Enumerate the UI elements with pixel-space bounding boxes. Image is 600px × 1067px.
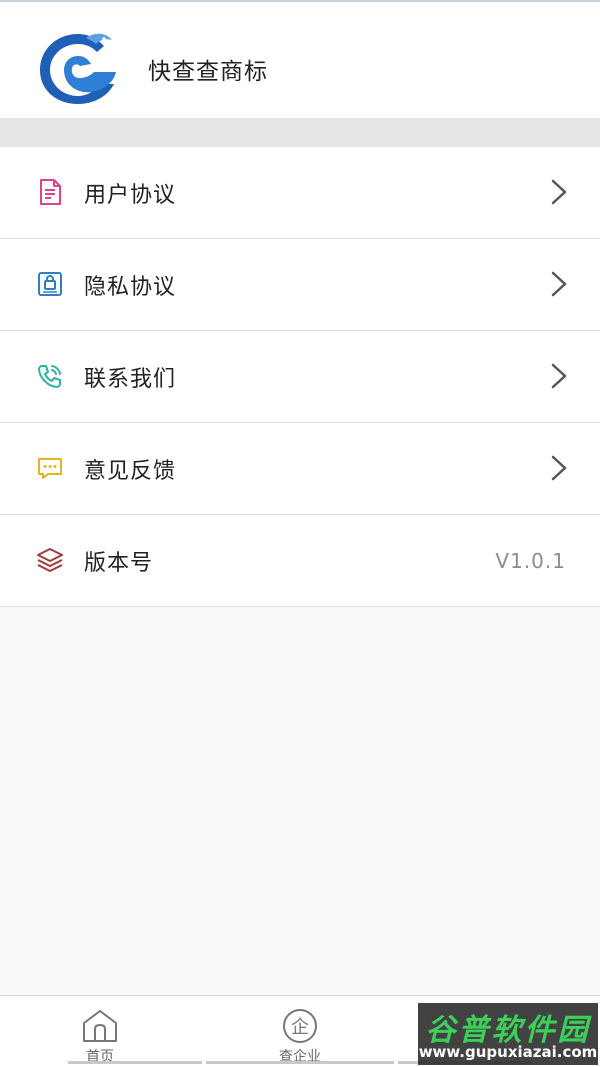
section-gap: [0, 118, 600, 147]
version-value: V1.0.1: [495, 549, 566, 573]
chevron-right-icon: [551, 363, 567, 389]
menu-item-user-agreement[interactable]: 用户协议: [0, 147, 600, 239]
layers-icon: [37, 548, 63, 572]
tab-home[interactable]: 首页: [0, 996, 200, 1067]
chevron-right-icon: [551, 455, 567, 481]
svg-text:企: 企: [291, 1017, 309, 1038]
chevron-right-icon: [551, 179, 567, 205]
watermark-url: www.gupuxiazai.com: [418, 1043, 598, 1061]
phone-icon: [38, 365, 61, 388]
settings-screen: 快查查商标 用户协议 隐私协议 联系我们 意见反馈 版本号 V1.0.1 首页 …: [0, 0, 600, 1067]
menu-item-label: 意见反馈: [84, 459, 177, 484]
chevron-right-icon: [551, 271, 567, 297]
enterprise-icon: 企: [283, 1009, 317, 1043]
settings-menu: 用户协议 隐私协议 联系我们 意见反馈 版本号 V1.0.1: [0, 147, 600, 607]
chat-icon: [38, 458, 62, 479]
menu-item-label: 用户协议: [84, 183, 177, 208]
menu-item-label: 隐私协议: [84, 275, 177, 300]
tab-enterprise[interactable]: 企 查企业: [200, 996, 400, 1067]
lock-card-icon: [38, 272, 62, 296]
menu-item-feedback[interactable]: 意见反馈: [0, 423, 600, 515]
menu-item-contact-us[interactable]: 联系我们: [0, 331, 600, 423]
menu-item-label: 联系我们: [84, 367, 177, 392]
document-icon: [40, 179, 61, 205]
app-logo-icon: [40, 33, 116, 104]
menu-item-privacy-agreement[interactable]: 隐私协议: [0, 239, 600, 331]
app-title: 快查查商标: [148, 59, 268, 85]
home-icon: [83, 1010, 117, 1042]
app-header: 快查查商标: [0, 2, 600, 118]
menu-item-version: 版本号 V1.0.1: [0, 515, 600, 607]
tab-indicator: [206, 1061, 394, 1064]
menu-item-label: 版本号: [84, 551, 154, 576]
watermark-badge: 谷普软件园 www.gupuxiazai.com: [418, 1003, 598, 1065]
tab-indicator: [68, 1061, 202, 1064]
